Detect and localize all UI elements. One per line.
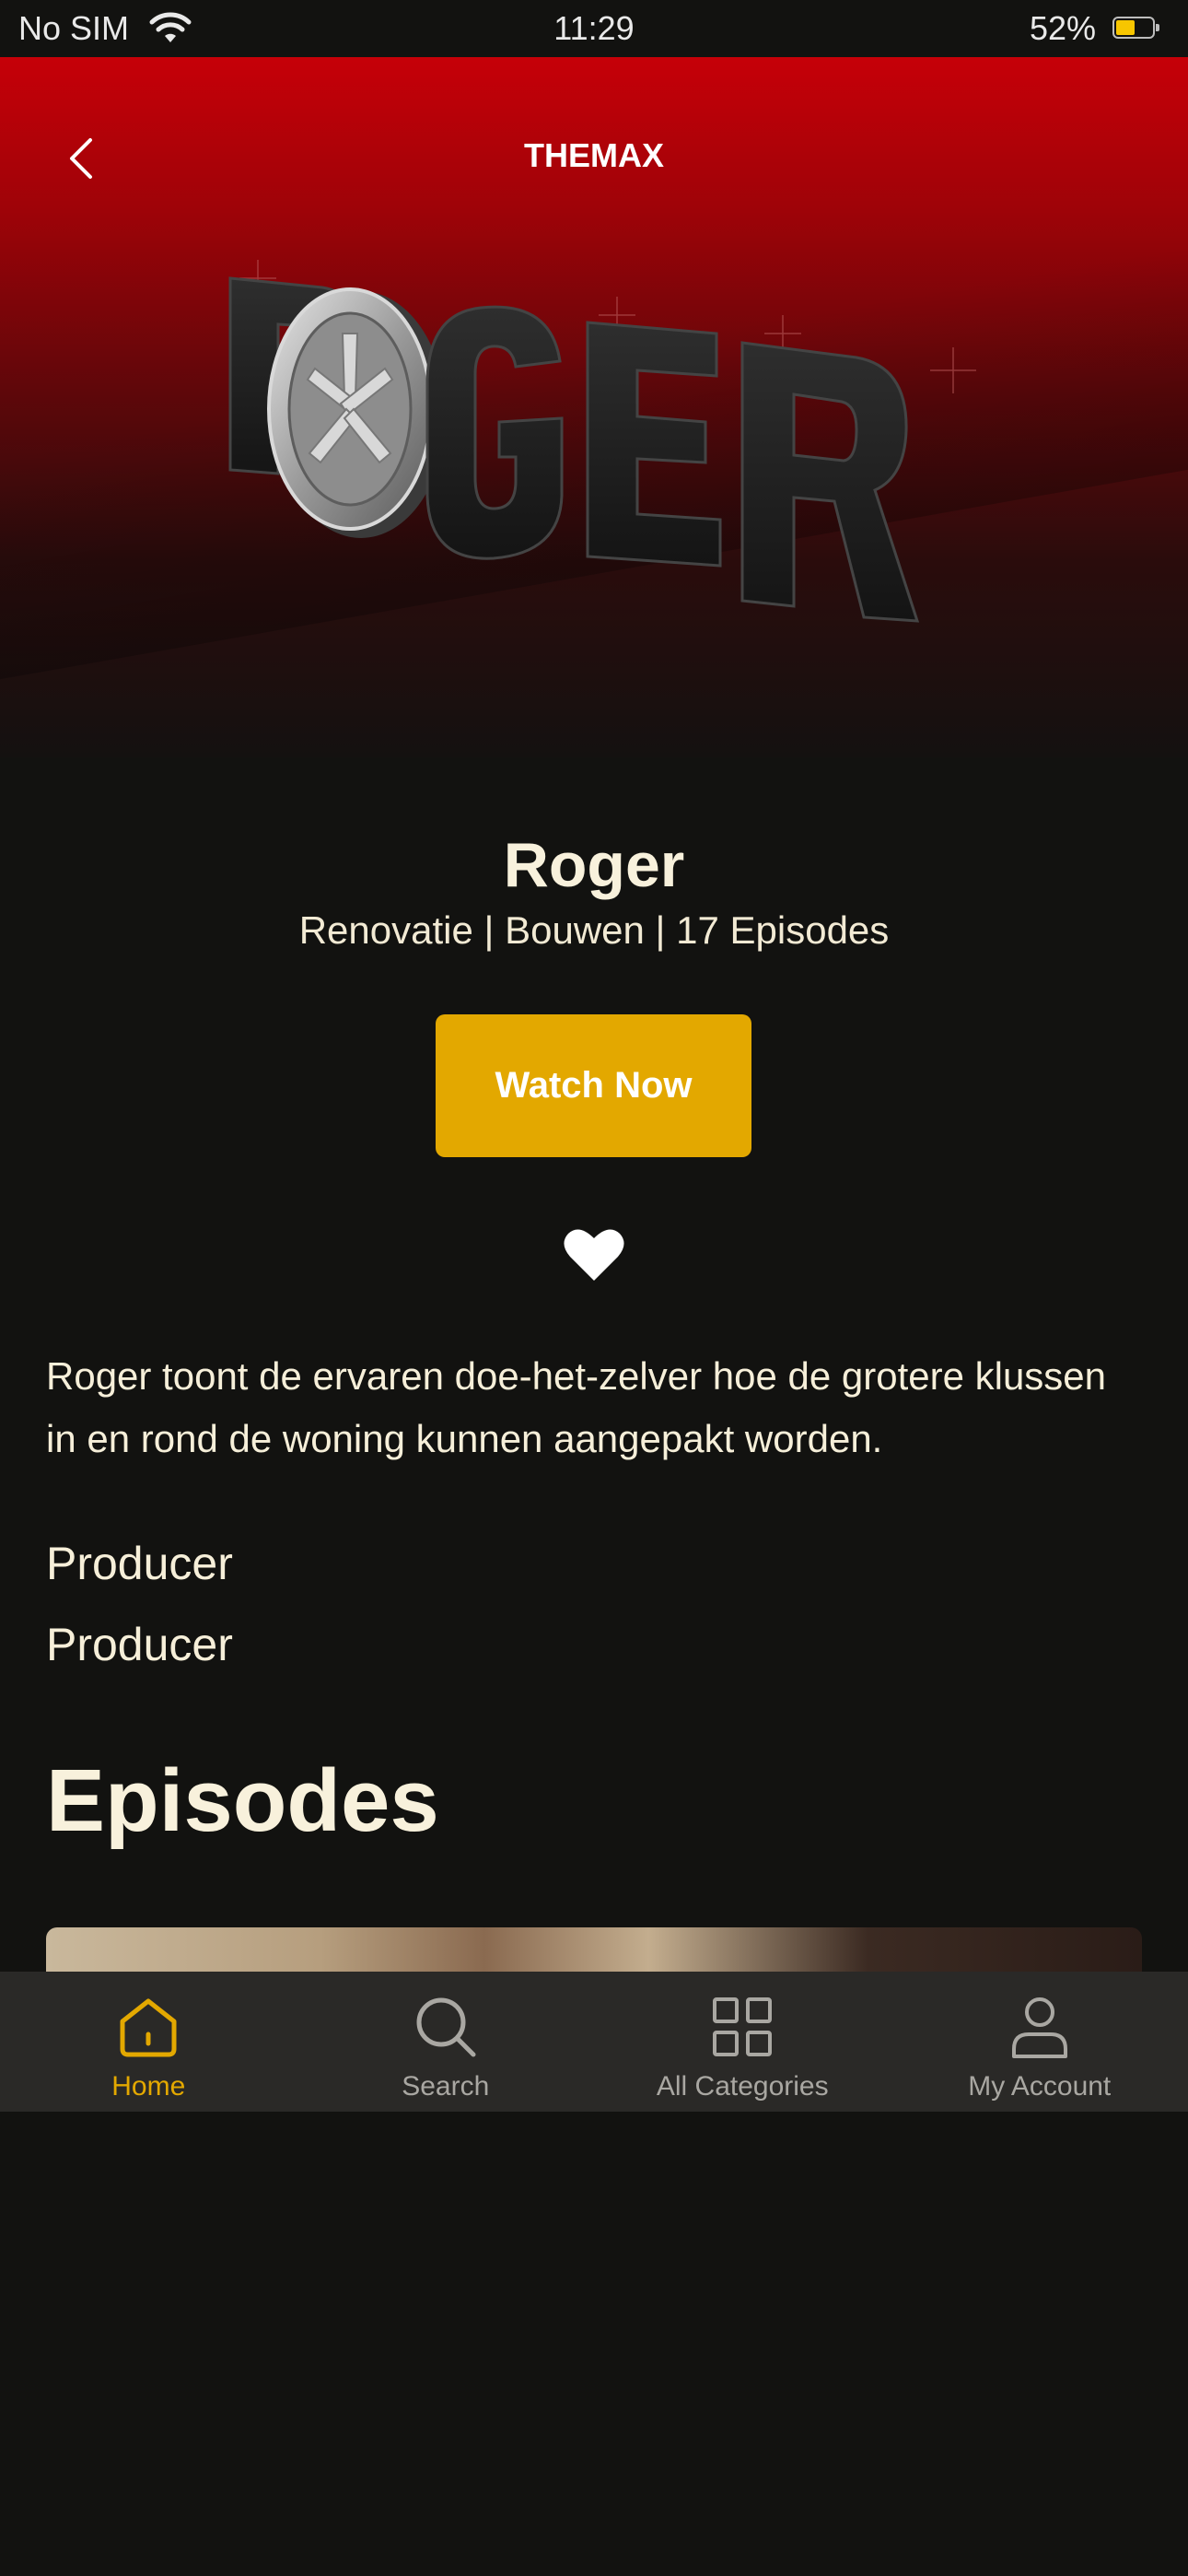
- credit-producer: Producer: [46, 1538, 233, 1589]
- heart-icon[interactable]: [563, 1225, 625, 1282]
- search-icon: [416, 1997, 476, 2057]
- tab-label: All Categories: [656, 2071, 829, 2102]
- battery-icon: [1112, 17, 1159, 39]
- episodes-heading: Episodes: [46, 1751, 439, 1850]
- grid-icon: [713, 1997, 773, 2056]
- tab-search[interactable]: Search: [297, 1972, 595, 2112]
- show-title: Roger: [503, 830, 685, 900]
- clock: 11:29: [553, 9, 635, 47]
- battery-percent: 52%: [1029, 9, 1096, 47]
- credit-producer: Producer: [46, 1619, 233, 1670]
- battery-fill: [1116, 20, 1135, 35]
- tab-label: Home: [111, 2071, 186, 2102]
- tab-bar: Home Search All Categories My Account: [0, 1972, 1188, 2112]
- status-bar: No SIM 11:29 52%: [0, 0, 1188, 57]
- tab-home[interactable]: Home: [0, 1972, 297, 2112]
- show-meta: Renovatie | Bouwen | 17 Episodes: [298, 908, 890, 952]
- tab-my-account[interactable]: My Account: [891, 1972, 1188, 2112]
- hero-banner: THEMAX: [0, 57, 1188, 757]
- brand-logo: THEMAX: [524, 136, 664, 174]
- tab-label: My Account: [968, 2071, 1112, 2102]
- watch-now-button[interactable]: Watch Now: [436, 1014, 751, 1157]
- episode-thumbnail[interactable]: [46, 1927, 1142, 1972]
- show-description: Roger toont de ervaren doe-het-zelver ho…: [46, 1354, 1107, 1460]
- home-icon: [120, 1998, 177, 2057]
- user-icon: [1011, 1997, 1067, 2058]
- tab-all-categories[interactable]: All Categories: [594, 1972, 891, 2112]
- show-logo: [228, 260, 976, 623]
- tab-label: Search: [402, 2071, 490, 2102]
